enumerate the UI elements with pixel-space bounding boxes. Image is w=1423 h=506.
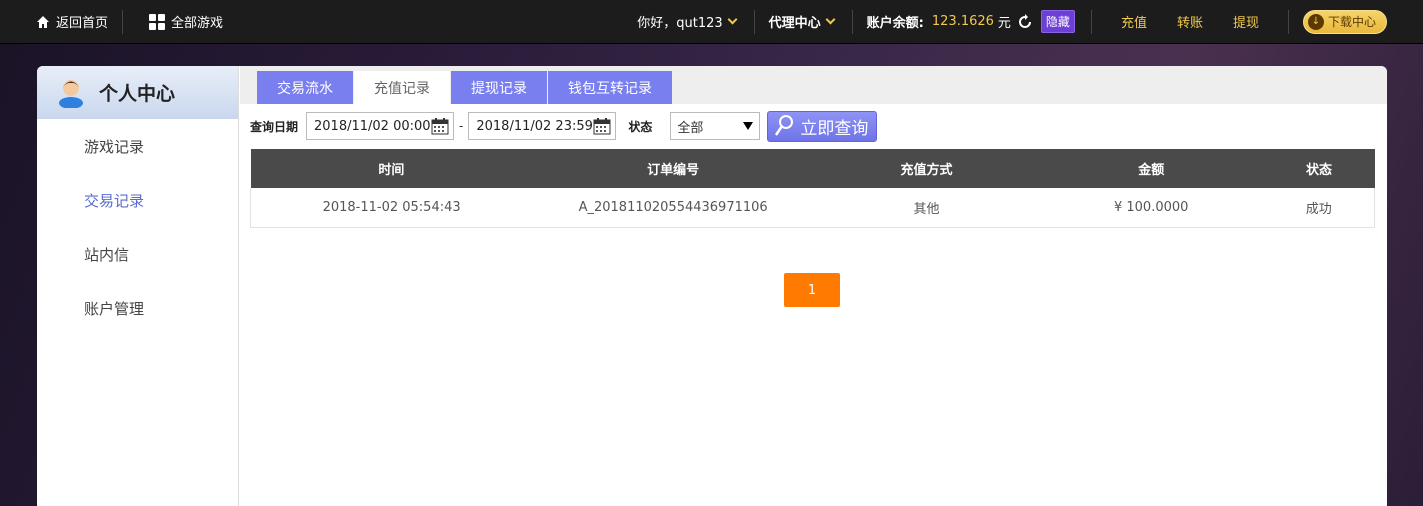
pagination-page-1[interactable]: 1 (784, 273, 840, 307)
tab-transaction-flow[interactable]: 交易流水 (257, 71, 353, 104)
query-button-label: 立即查询 (800, 118, 869, 139)
all-games-link[interactable]: 全部游戏 (149, 0, 223, 44)
chevron-down-icon (727, 14, 738, 25)
home-icon (37, 15, 49, 28)
agent-center-label: 代理中心 (768, 16, 821, 31)
chevron-down-icon (825, 14, 836, 25)
user-avatar-icon (59, 79, 83, 108)
date-to-value: 2018/11/02 23:59 (476, 118, 593, 134)
download-label: 下载中心 (1327, 15, 1376, 29)
top-bar: 返回首页 全部游戏 你好，qut123 代理中心 账户余额: 123.1626 … (0, 0, 1423, 44)
tab-recharge-records[interactable]: 充值记录 (354, 71, 450, 104)
user-menu[interactable]: 你好，qut123 (637, 0, 739, 44)
calendar-icon[interactable] (431, 117, 449, 135)
cell-amount: ¥ 100.0000 (1038, 188, 1264, 228)
hide-balance-button[interactable]: 隐藏 (1040, 10, 1075, 33)
column-header-method: 充值方式 (814, 149, 1039, 188)
column-header-time: 时间 (250, 149, 533, 188)
divider (851, 9, 853, 34)
balance-label: 账户余额: (866, 16, 924, 31)
greeting-text: 你好，qut123 (637, 16, 723, 31)
grid-icon (149, 13, 166, 30)
divider (1090, 9, 1092, 34)
withdraw-link[interactable]: 提现 (1233, 12, 1259, 31)
query-button[interactable]: 立即查询 (767, 110, 878, 142)
date-from-value: 2018/11/02 00:00 (314, 118, 431, 134)
main-panel: 个人中心 游戏记录 交易记录 站内信 账户管理 交易流水 充值记录 提现记录 钱… (37, 66, 1387, 506)
balance-value: 123.1626 (931, 14, 994, 29)
key-icon (775, 115, 794, 136)
cell-status: 成功 (1263, 188, 1375, 228)
recharge-link[interactable]: 充值 (1121, 12, 1147, 31)
column-header-order-no: 订单编号 (532, 149, 815, 188)
date-to-input[interactable]: 2018/11/02 23:59 (468, 112, 617, 140)
sidebar-item-transaction-records[interactable]: 交易记录 (37, 173, 238, 227)
home-link[interactable]: 返回首页 (36, 0, 108, 44)
download-center-button[interactable]: ↓ 下载中心 (1302, 9, 1387, 34)
tab-wallet-transfer-records[interactable]: 钱包互转记录 (548, 71, 672, 104)
balance-area: 账户余额: 123.1626 元 隐藏 (867, 0, 1075, 44)
cell-time: 2018-11-02 05:54:43 (250, 188, 533, 228)
agent-center-menu[interactable]: 代理中心 (769, 0, 838, 44)
status-select[interactable]: 全部 (670, 112, 761, 140)
content-area: 交易流水 充值记录 提现记录 钱包互转记录 查询日期 2018/11/02 00… (240, 66, 1387, 506)
dropdown-arrow-icon (743, 122, 754, 130)
divider (753, 9, 755, 34)
all-games-label: 全部游戏 (171, 16, 224, 31)
divider (122, 9, 124, 34)
refresh-icon[interactable] (1017, 13, 1033, 30)
date-from-input[interactable]: 2018/11/02 00:00 (306, 112, 455, 140)
sidebar-item-account-management[interactable]: 账户管理 (37, 281, 238, 335)
transfer-link[interactable]: 转账 (1177, 12, 1203, 31)
home-label: 返回首页 (56, 16, 109, 31)
balance-unit: 元 (997, 16, 1011, 31)
sidebar: 个人中心 游戏记录 交易记录 站内信 账户管理 (37, 66, 239, 506)
sidebar-header: 个人中心 (37, 66, 238, 119)
table-row: 2018-11-02 05:54:43 A_201811020554436971… (250, 188, 1375, 228)
column-header-status: 状态 (1263, 149, 1375, 188)
filter-bar: 查询日期 2018/11/02 00:00 - 2018/11/02 23:59 (240, 104, 1387, 148)
date-label: 查询日期 (250, 119, 299, 134)
sidebar-item-messages[interactable]: 站内信 (37, 227, 238, 281)
tabs-bar: 交易流水 充值记录 提现记录 钱包互转记录 (240, 66, 1387, 104)
sidebar-item-game-records[interactable]: 游戏记录 (37, 119, 238, 173)
cell-order-no: A_2018110205544369711​06 (532, 188, 815, 228)
recharge-records-table: 时间 订单编号 充值方式 金额 状态 2018-11-02 05:54:43 A… (250, 149, 1375, 228)
status-label: 状态 (628, 119, 653, 134)
cell-method: 其他 (814, 188, 1039, 228)
calendar-icon[interactable] (593, 117, 611, 135)
column-header-amount: 金额 (1038, 149, 1264, 188)
download-icon: ↓ (1307, 13, 1324, 30)
divider (1287, 9, 1289, 34)
sidebar-title: 个人中心 (99, 83, 176, 105)
tab-withdraw-records[interactable]: 提现记录 (451, 71, 547, 104)
table-header-row: 时间 订单编号 充值方式 金额 状态 (250, 149, 1375, 188)
status-select-value: 全部 (677, 120, 704, 136)
date-separator: - (459, 119, 464, 133)
